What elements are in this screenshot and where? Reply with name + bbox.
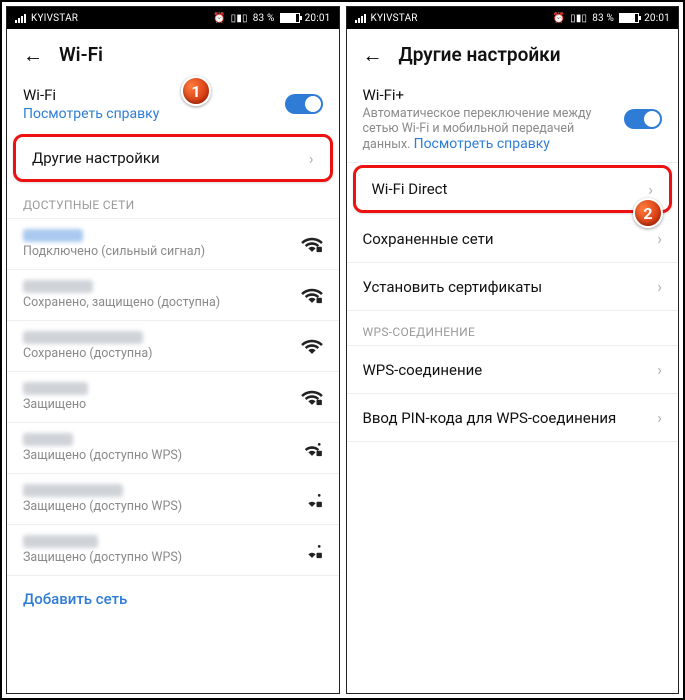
wifi-icon	[301, 337, 323, 355]
wifi-direct-label: Wi-Fi Direct	[372, 180, 448, 198]
battery-icon	[619, 13, 639, 23]
wifi-plus-label: Wi-Fi+	[363, 86, 625, 104]
phone-right: KYIVSTAR ⏰ ▯▮▯ 83 % 20:01 ← Другие настр…	[346, 6, 680, 694]
back-icon[interactable]: ←	[363, 45, 383, 65]
back-icon[interactable]: ←	[23, 45, 43, 65]
saved-networks-label: Сохраненные сети	[363, 230, 494, 248]
page-title: Wi-Fi	[59, 43, 103, 66]
wps-pin-row[interactable]: Ввод PIN-кода для WPS-соединения ›	[347, 394, 679, 442]
step-badge-1: 1	[181, 76, 211, 106]
wifi-lock-icon	[301, 541, 323, 559]
clock: 20:01	[305, 13, 331, 24]
signal-icon	[15, 14, 26, 23]
more-settings-label: Другие настройки	[32, 149, 160, 167]
wifi-label: Wi-Fi	[23, 86, 285, 104]
network-row[interactable]: Защищено	[7, 372, 339, 423]
network-status: Защищено (доступно WPS)	[23, 550, 301, 565]
network-name-blurred	[23, 433, 73, 446]
wifi-help-link[interactable]: Посмотреть справку	[23, 106, 285, 122]
wifi-lock-icon	[301, 286, 323, 304]
chevron-right-icon: ›	[657, 360, 662, 379]
wps-connection-label: WPS-соединение	[363, 361, 483, 379]
phone-left: KYIVSTAR ⏰ ▯▮▯ 83 % 20:01 ← Wi-Fi Wi-Fi …	[6, 6, 340, 694]
signal-icon	[355, 14, 366, 23]
network-row[interactable]: Защищено (доступно WPS)	[7, 525, 339, 576]
network-row[interactable]: Сохранено, защищено (доступна)	[7, 270, 339, 321]
network-status: Защищено (доступно WPS)	[23, 448, 301, 463]
battery-icon	[280, 13, 300, 23]
wifi-plus-toggle[interactable]	[624, 109, 662, 129]
vibrate-icon: ▯▮▯	[231, 13, 248, 24]
network-row[interactable]: Сохранено (доступна)	[7, 321, 339, 372]
network-status: Сохранено, защищено (доступна)	[23, 295, 301, 310]
page-title: Другие настройки	[399, 43, 561, 66]
carrier-label: KYIVSTAR	[371, 13, 418, 24]
network-name-blurred	[23, 382, 88, 395]
step-badge-2: 2	[633, 198, 663, 228]
wifi-lock-icon	[301, 439, 323, 457]
wifi-lock-icon	[301, 235, 323, 253]
network-name-blurred	[23, 229, 83, 242]
more-settings-row[interactable]: Другие настройки ›	[13, 134, 333, 182]
alarm-icon: ⏰	[213, 13, 226, 24]
status-bar: KYIVSTAR ⏰ ▯▮▯ 83 % 20:01	[7, 7, 339, 29]
network-row[interactable]: Подключено (сильный сигнал)	[7, 219, 339, 270]
network-name-blurred	[23, 535, 98, 548]
alarm-icon: ⏰	[552, 13, 565, 24]
wifi-lock-icon	[301, 388, 323, 406]
wifi-plus-help-link[interactable]: Посмотреть справку	[414, 136, 550, 152]
battery-percent: 83 %	[592, 13, 614, 24]
wifi-toggle-row[interactable]: Wi-Fi Посмотреть справку 1	[7, 76, 339, 132]
chevron-right-icon: ›	[657, 277, 662, 296]
network-status: Подключено (сильный сигнал)	[23, 244, 301, 259]
clock: 20:01	[644, 13, 670, 24]
section-wps: WPS-СОЕДИНЕНИЕ	[347, 311, 679, 346]
chevron-right-icon: ›	[309, 149, 314, 168]
battery-percent: 83 %	[253, 13, 275, 24]
saved-networks-row[interactable]: Сохраненные сети ›	[347, 215, 679, 263]
network-row[interactable]: Защищено (доступно WPS)	[7, 423, 339, 474]
network-name-blurred	[23, 280, 93, 293]
wifi-lock-icon	[301, 490, 323, 508]
wifi-toggle[interactable]	[285, 94, 323, 114]
header: ← Wi-Fi	[7, 29, 339, 76]
wifi-direct-row[interactable]: Wi-Fi Direct › 2	[353, 165, 673, 213]
wps-connection-row[interactable]: WPS-соединение ›	[347, 346, 679, 394]
network-status: Сохранено (доступна)	[23, 346, 301, 361]
header: ← Другие настройки	[347, 29, 679, 76]
chevron-right-icon: ›	[657, 229, 662, 248]
wifi-plus-row[interactable]: Wi-Fi+ Автоматическое переключение между…	[347, 76, 679, 163]
status-bar: KYIVSTAR ⏰ ▯▮▯ 83 % 20:01	[347, 7, 679, 29]
network-name-blurred	[23, 484, 123, 497]
add-network-link[interactable]: Добавить сеть	[7, 576, 339, 622]
install-certs-row[interactable]: Установить сертификаты ›	[347, 263, 679, 311]
install-certs-label: Установить сертификаты	[363, 278, 543, 296]
network-name-blurred	[23, 331, 143, 344]
wifi-plus-desc: Автоматическое переключение между сетью …	[363, 106, 625, 152]
chevron-right-icon: ›	[657, 408, 662, 427]
vibrate-icon: ▯▮▯	[570, 13, 587, 24]
network-status: Защищено (доступно WPS)	[23, 499, 301, 514]
carrier-label: KYIVSTAR	[31, 13, 78, 24]
chevron-right-icon: ›	[648, 180, 653, 199]
section-available-networks: ДОСТУПНЫЕ СЕТИ	[7, 184, 339, 219]
network-row[interactable]: Защищено (доступно WPS)	[7, 474, 339, 525]
network-status: Защищено	[23, 397, 301, 412]
wps-pin-label: Ввод PIN-кода для WPS-соединения	[363, 409, 617, 427]
